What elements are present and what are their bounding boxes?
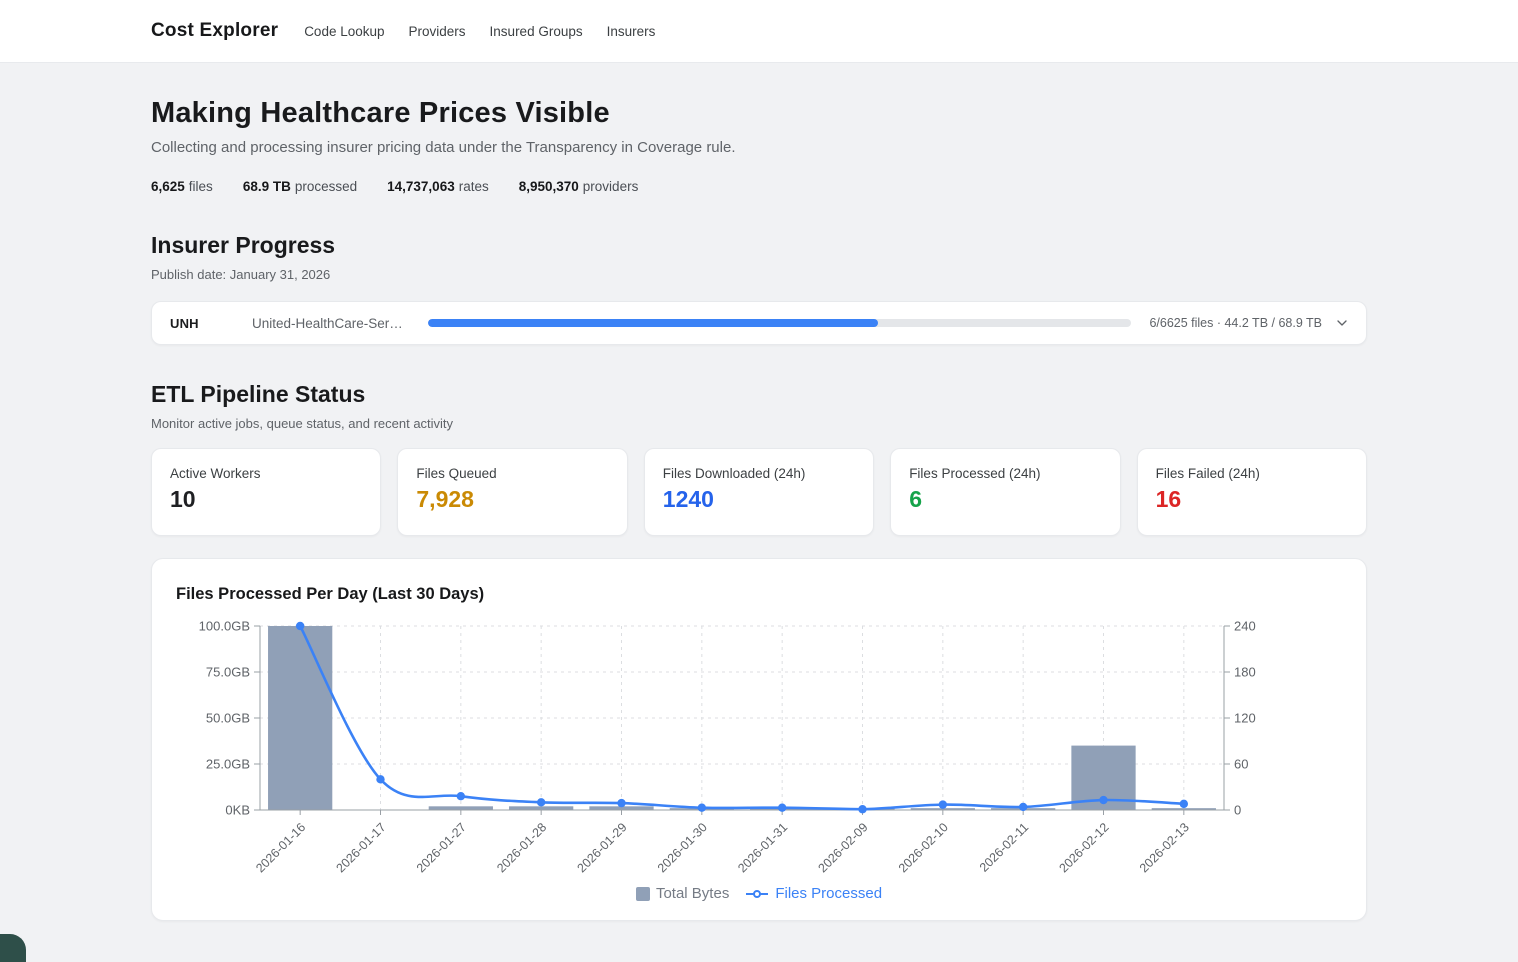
corner-accent: [0, 934, 26, 962]
stat-rates-value: 14,737,063: [387, 179, 455, 194]
metric-label: Files Failed (24h): [1156, 466, 1348, 481]
stat-rates-label: rates: [459, 179, 489, 194]
insurer-progress-section: Insurer Progress Publish date: January 3…: [151, 232, 1367, 345]
main-nav: Code Lookup Providers Insured Groups Ins…: [304, 24, 655, 39]
insurer-name: United-HealthCare-Ser…: [252, 316, 424, 331]
summary-stats: 6,625 files 68.9 TB processed 14,737,063 ra…: [151, 179, 1367, 194]
etl-subtitle: Monitor active jobs, queue status, and r…: [151, 416, 1367, 431]
card-active-workers: Active Workers 10: [151, 448, 381, 536]
etl-status-section: ETL Pipeline Status Monitor active jobs,…: [151, 381, 1367, 536]
metric-value: 7,928: [416, 486, 608, 513]
main-content: Making Healthcare Prices Visible Collect…: [151, 63, 1367, 921]
nav-code-lookup[interactable]: Code Lookup: [304, 24, 384, 39]
stat-rates: 14,737,063 rates: [387, 179, 489, 194]
svg-text:2026-01-16: 2026-01-16: [253, 820, 308, 875]
svg-text:50.0GB: 50.0GB: [206, 711, 250, 726]
svg-text:60: 60: [1234, 757, 1248, 772]
chart-title: Files Processed Per Day (Last 30 Days): [176, 585, 1342, 604]
publish-date: Publish date: January 31, 2026: [151, 267, 1367, 282]
svg-text:2026-02-12: 2026-02-12: [1057, 820, 1112, 875]
stat-files: 6,625 files: [151, 179, 213, 194]
app-header: Cost Explorer Code Lookup Providers Insu…: [0, 0, 1518, 63]
metric-cards: Active Workers 10 Files Queued 7,928 Fil…: [151, 448, 1367, 536]
insurer-progress-status: 6/6625 files · 44.2 TB / 68.9 TB: [1149, 316, 1322, 330]
svg-text:2026-01-28: 2026-01-28: [494, 820, 549, 875]
page-subtitle: Collecting and processing insurer pricin…: [151, 139, 1367, 156]
card-files-queued: Files Queued 7,928: [397, 448, 627, 536]
svg-text:2026-01-30: 2026-01-30: [655, 820, 710, 875]
svg-text:2026-01-31: 2026-01-31: [735, 820, 790, 875]
metric-label: Files Downloaded (24h): [663, 466, 855, 481]
stat-providers-value: 8,950,370: [519, 179, 579, 194]
legend-total-bytes[interactable]: Total Bytes: [636, 885, 729, 902]
nav-providers[interactable]: Providers: [409, 24, 466, 39]
legend-total-bytes-label: Total Bytes: [656, 885, 729, 902]
metric-value: 6: [909, 486, 1101, 513]
card-files-processed: Files Processed (24h) 6: [890, 448, 1120, 536]
svg-text:2026-02-13: 2026-02-13: [1137, 820, 1192, 875]
stat-processed-label: processed: [295, 179, 357, 194]
hero-section: Making Healthcare Prices Visible Collect…: [151, 63, 1367, 194]
stat-providers-label: providers: [583, 179, 639, 194]
stat-processed-value: 68.9 TB: [243, 179, 291, 194]
metric-label: Active Workers: [170, 466, 362, 481]
svg-text:2026-02-10: 2026-02-10: [896, 820, 951, 875]
nav-insured-groups[interactable]: Insured Groups: [490, 24, 583, 39]
legend-files-processed-label: Files Processed: [775, 885, 882, 902]
insurer-progress-bar: [428, 319, 1131, 327]
svg-text:240: 240: [1234, 619, 1256, 634]
svg-text:2026-02-11: 2026-02-11: [977, 820, 1031, 874]
card-files-downloaded: Files Downloaded (24h) 1240: [644, 448, 874, 536]
nav-insurers[interactable]: Insurers: [607, 24, 656, 39]
metric-value: 10: [170, 486, 362, 513]
metric-label: Files Queued: [416, 466, 608, 481]
insurer-progress-heading: Insurer Progress: [151, 232, 1367, 259]
svg-text:0: 0: [1234, 803, 1241, 818]
metric-label: Files Processed (24h): [909, 466, 1101, 481]
line-swatch-icon: [745, 889, 769, 899]
svg-text:75.0GB: 75.0GB: [206, 665, 250, 680]
svg-text:0KB: 0KB: [225, 803, 250, 818]
svg-text:2026-02-09: 2026-02-09: [816, 820, 871, 875]
page-title: Making Healthcare Prices Visible: [151, 97, 1367, 130]
app-title: Cost Explorer: [151, 20, 278, 42]
chevron-down-icon[interactable]: [1334, 315, 1350, 331]
stat-files-label: files: [189, 179, 213, 194]
insurer-ticker: UNH: [170, 316, 252, 331]
legend-files-processed[interactable]: Files Processed: [745, 885, 882, 902]
svg-text:2026-01-17: 2026-01-17: [334, 820, 389, 875]
bar-swatch-icon: [636, 887, 650, 901]
chart-legend: Total Bytes Files Processed: [176, 885, 1342, 902]
stat-files-value: 6,625: [151, 179, 185, 194]
insurer-progress-row[interactable]: UNH United-HealthCare-Ser… 6/6625 files …: [151, 301, 1367, 345]
card-files-failed: Files Failed (24h) 16: [1137, 448, 1367, 536]
insurer-progress-fill: [428, 319, 878, 327]
etl-heading: ETL Pipeline Status: [151, 381, 1367, 408]
stat-processed: 68.9 TB processed: [243, 179, 357, 194]
metric-value: 1240: [663, 486, 855, 513]
svg-text:100.0GB: 100.0GB: [199, 619, 250, 634]
svg-text:180: 180: [1234, 665, 1256, 680]
svg-text:2026-01-27: 2026-01-27: [414, 820, 469, 875]
stat-providers: 8,950,370 providers: [519, 179, 639, 194]
chart-area: 0KB 25.0GB 50.0GB 75.0GB 100.0GB 0 60 120 180 240…: [176, 610, 1342, 883]
svg-text:120: 120: [1234, 711, 1256, 726]
svg-text:2026-01-29: 2026-01-29: [575, 820, 630, 875]
metric-value: 16: [1156, 486, 1348, 513]
files-per-day-chart: 0KB 25.0GB 50.0GB 75.0GB 100.0GB 0 60 120 180 240…: [176, 610, 1340, 878]
files-per-day-chart-card: Files Processed Per Day (Last 30 Days) 0…: [151, 558, 1367, 921]
svg-text:25.0GB: 25.0GB: [206, 757, 250, 772]
